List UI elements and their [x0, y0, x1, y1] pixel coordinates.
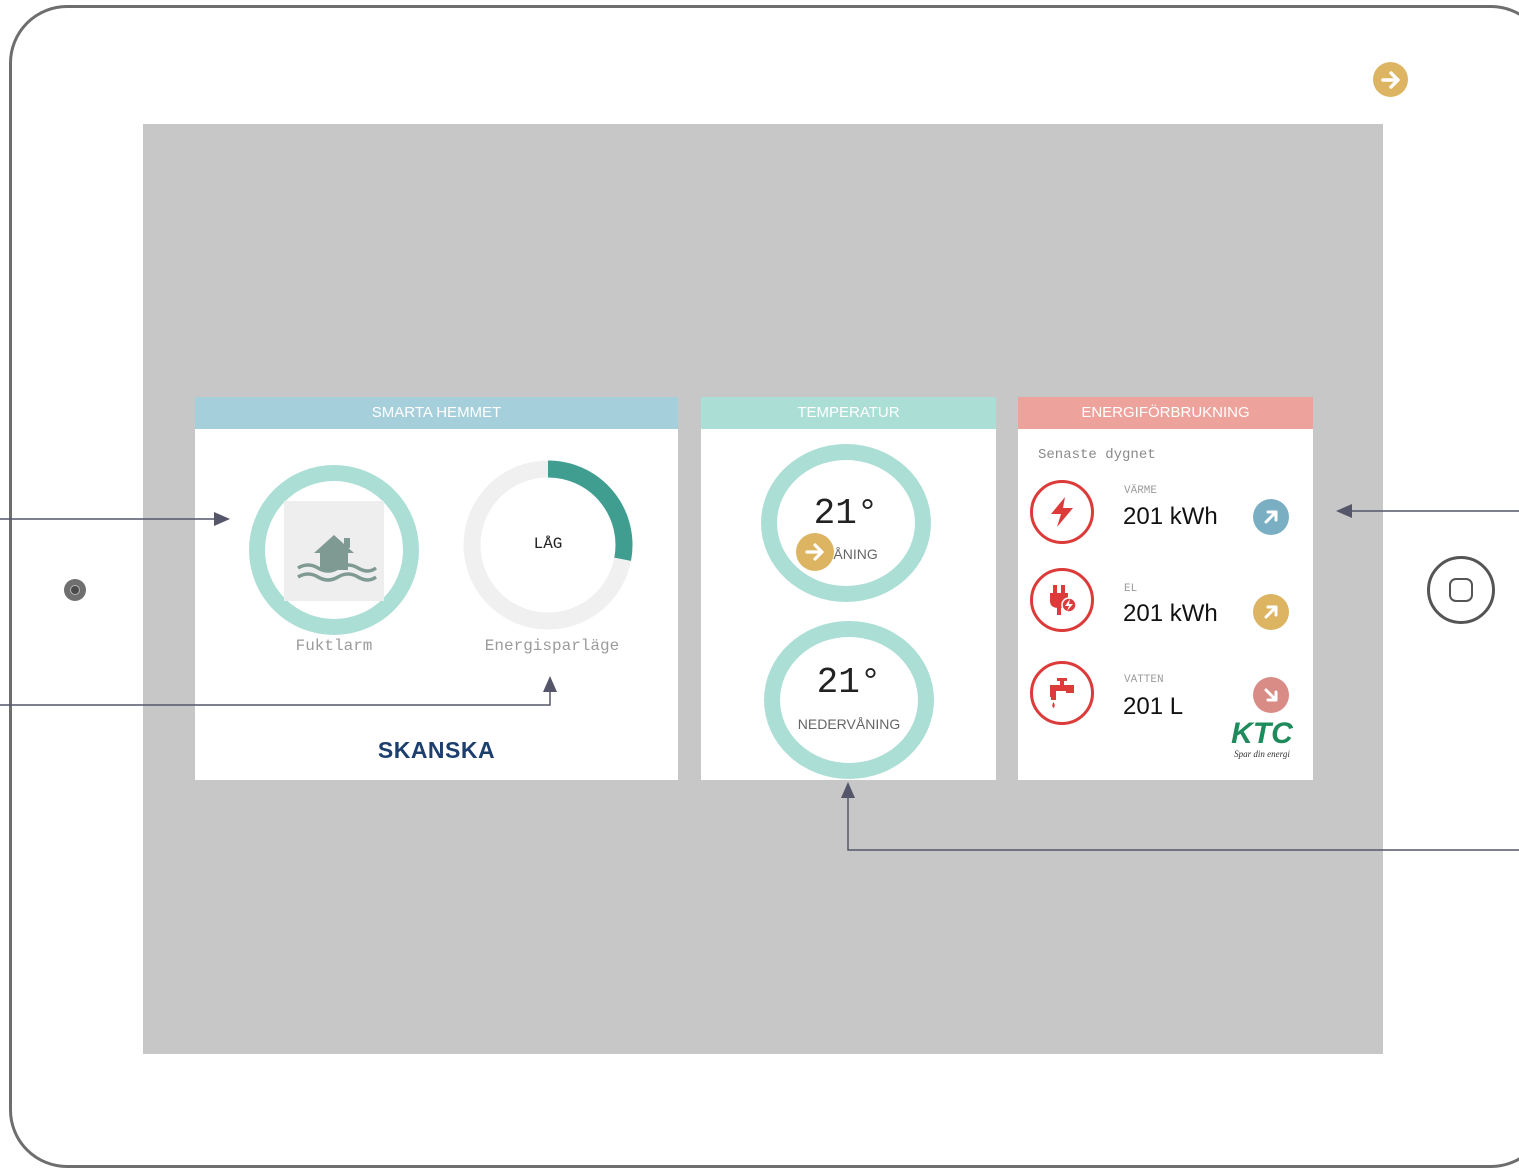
ktc-logo-text: KTC	[1231, 717, 1293, 750]
faucet-icon	[1050, 678, 1074, 708]
electricity-trend-button[interactable]	[1253, 594, 1289, 630]
heat-energy-icon-circle	[1030, 480, 1094, 544]
lower-floor-temp-value: 21°	[816, 662, 882, 703]
upper-floor-arrow-button[interactable]	[796, 533, 834, 571]
lower-floor-name: NEDERVÅNING	[797, 716, 901, 732]
ktc-tagline: Spar din energi	[1234, 749, 1290, 759]
temperature-header: TEMPERATUR	[701, 397, 996, 429]
plug-icon	[1050, 585, 1077, 615]
upper-floor-name: RVÅNING	[814, 546, 878, 562]
electricity-value: 201 kWh	[1123, 600, 1218, 627]
smart-home-card: SMARTA HEMMET Fuktlarm LÅG Energisparläg…	[195, 397, 678, 780]
heat-energy-value: 201 kWh	[1123, 503, 1218, 530]
water-value: 201 L	[1123, 693, 1184, 720]
home-button[interactable]	[1427, 556, 1495, 624]
energy-card: ENERGIFÖRBRUKNING Senaste dygnet VÄRME 2…	[1018, 397, 1313, 780]
energy-header: ENERGIFÖRBRUKNING	[1018, 397, 1313, 429]
flood-house-icon	[284, 501, 384, 601]
trend-up-icon	[1264, 510, 1278, 524]
energy-period-label: Senaste dygnet	[1038, 447, 1156, 463]
trend-down-icon	[1264, 688, 1278, 702]
skanska-logo: SKANSKA	[377, 737, 496, 763]
heat-trend-button[interactable]	[1253, 499, 1289, 535]
electricity-tag: EL	[1124, 583, 1138, 595]
upper-floor-temp-value: 21°	[813, 493, 879, 534]
electricity-icon-circle	[1030, 568, 1094, 632]
humidity-alarm-label: Fuktlarm	[295, 637, 373, 655]
water-icon-circle	[1030, 661, 1094, 725]
ktc-logo: KTC Spar din energi	[1223, 717, 1301, 760]
smart-home-header: SMARTA HEMMET	[195, 397, 678, 429]
energy-saving-value: LÅG	[533, 535, 563, 553]
temperature-card: TEMPERATUR 21° RVÅNING 21° NEDERVÅNING	[701, 397, 996, 780]
heat-energy-tag: VÄRME	[1124, 485, 1158, 497]
water-tag: VATTEN	[1124, 674, 1164, 686]
trend-up-icon	[1264, 605, 1278, 619]
next-arrow-button[interactable]	[1373, 62, 1408, 97]
arrow-right-icon	[805, 543, 824, 561]
water-trend-button[interactable]	[1253, 677, 1289, 713]
energy-saving-label: Energisparläge	[484, 637, 620, 655]
arrow-right-icon	[1380, 70, 1400, 89]
camera-icon	[64, 579, 86, 601]
lightning-icon	[1051, 497, 1073, 527]
